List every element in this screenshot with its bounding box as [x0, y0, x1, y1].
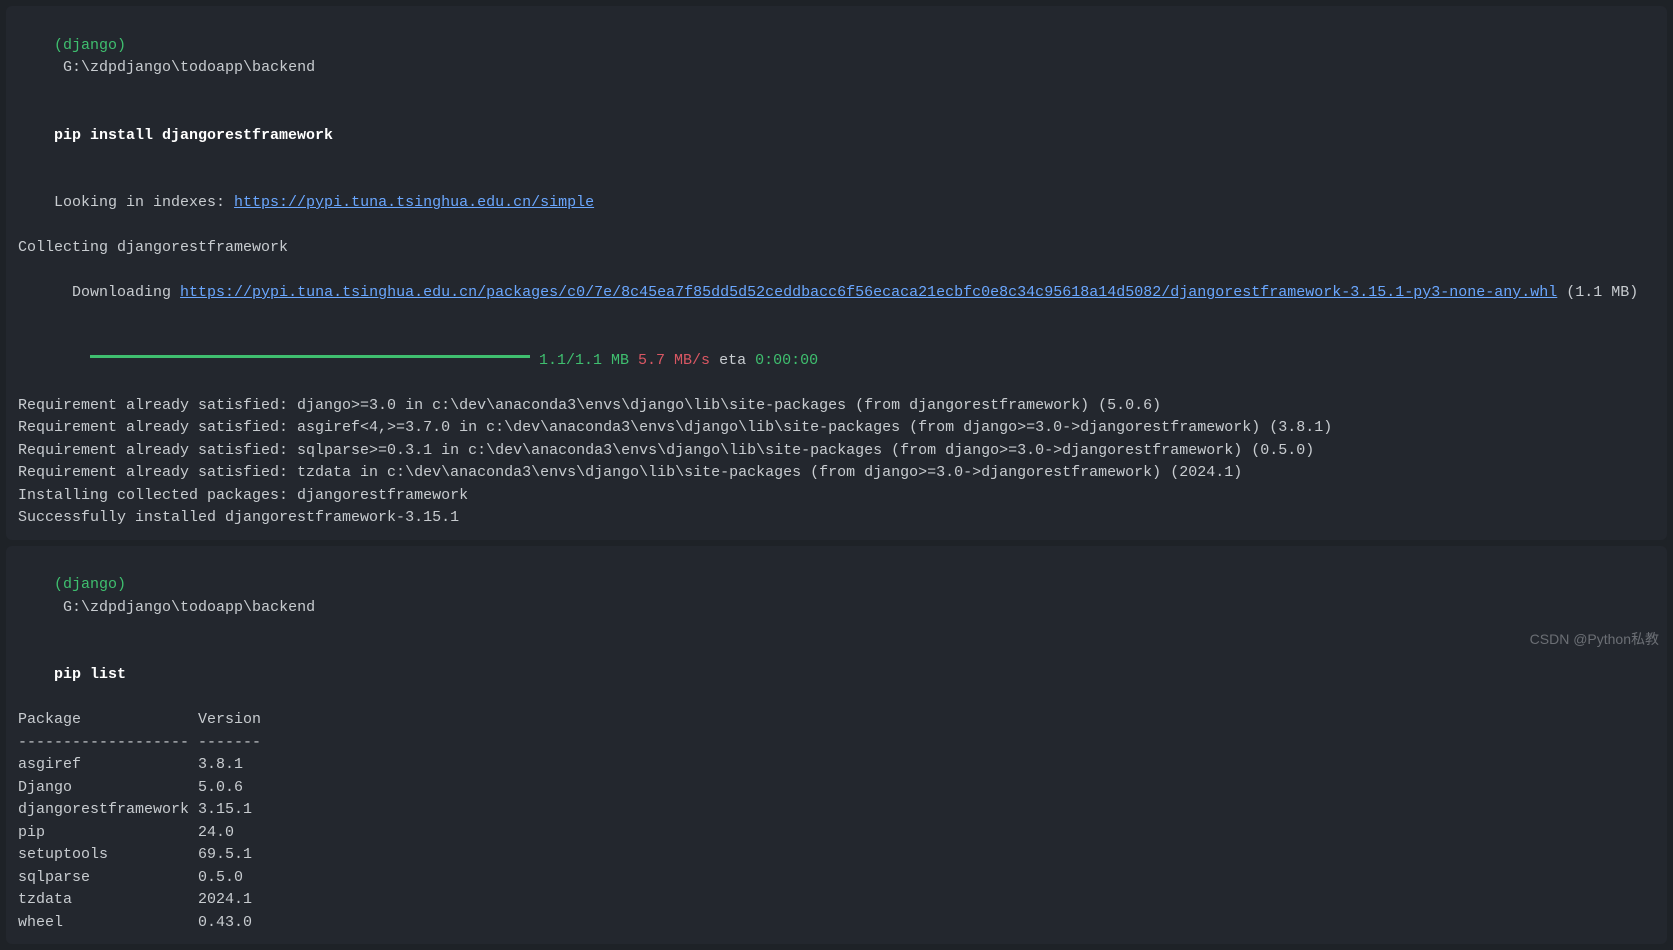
output-line: Successfully installed djangorestframewo… — [18, 507, 1655, 530]
index-link[interactable]: https://pypi.tuna.tsinghua.edu.cn/simple — [234, 194, 594, 211]
output-line: Requirement already satisfied: sqlparse>… — [18, 440, 1655, 463]
output-line: Requirement already satisfied: asgiref<4… — [18, 417, 1655, 440]
prompt-path: G:\zdpdjango\todoapp\backend — [54, 59, 315, 76]
command-text: pip list — [54, 666, 126, 683]
command-line: pip install djangorestframework — [18, 102, 1655, 170]
table-divider: ------------------- ------- — [18, 732, 1655, 755]
table-row: wheel 0.43.0 — [18, 912, 1655, 935]
progress-speed: 5.7 MB/s — [629, 352, 710, 369]
progress-size: 1.1/1.1 MB — [530, 352, 629, 369]
progress-eta: 0:00:00 — [755, 352, 818, 369]
package-list: asgiref 3.8.1Django 5.0.6djangorestframe… — [18, 754, 1655, 934]
prompt-path: G:\zdpdjango\todoapp\backend — [54, 599, 315, 616]
prompt-line: (django) G:\zdpdjango\todoapp\backend — [18, 552, 1655, 642]
output-line: Requirement already satisfied: django>=3… — [18, 395, 1655, 418]
prompt-line: (django) G:\zdpdjango\todoapp\backend — [18, 12, 1655, 102]
table-row: pip 24.0 — [18, 822, 1655, 845]
table-row: setuptools 69.5.1 — [18, 844, 1655, 867]
table-row: asgiref 3.8.1 — [18, 754, 1655, 777]
table-row: Django 5.0.6 — [18, 777, 1655, 800]
table-row: tzdata 2024.1 — [18, 889, 1655, 912]
table-header: Package Version — [18, 709, 1655, 732]
table-row: sqlparse 0.5.0 — [18, 867, 1655, 890]
output-line: Requirement already satisfied: tzdata in… — [18, 462, 1655, 485]
output-line: Downloading https://pypi.tuna.tsinghua.e… — [18, 260, 1655, 328]
prompt-env: (django) — [54, 576, 126, 593]
progress-bar-icon — [90, 355, 530, 358]
watermark-text: CSDN @Python私教 — [1530, 629, 1659, 650]
progress-line: 1.1/1.1 MB 5.7 MB/s eta 0:00:00 — [18, 327, 1655, 395]
command-text: pip install djangorestframework — [54, 127, 333, 144]
output-line: Installing collected packages: djangores… — [18, 485, 1655, 508]
table-row: djangorestframework 3.15.1 — [18, 799, 1655, 822]
output-line: Looking in indexes: https://pypi.tuna.ts… — [18, 170, 1655, 238]
download-link[interactable]: https://pypi.tuna.tsinghua.edu.cn/packag… — [180, 284, 1557, 301]
command-line: pip list — [18, 642, 1655, 710]
output-line: Collecting djangorestframework — [18, 237, 1655, 260]
terminal-panel-install[interactable]: (django) G:\zdpdjango\todoapp\backend pi… — [6, 6, 1667, 540]
prompt-env: (django) — [54, 37, 126, 54]
terminal-panel-list[interactable]: (django) G:\zdpdjango\todoapp\backend pi… — [6, 546, 1667, 945]
